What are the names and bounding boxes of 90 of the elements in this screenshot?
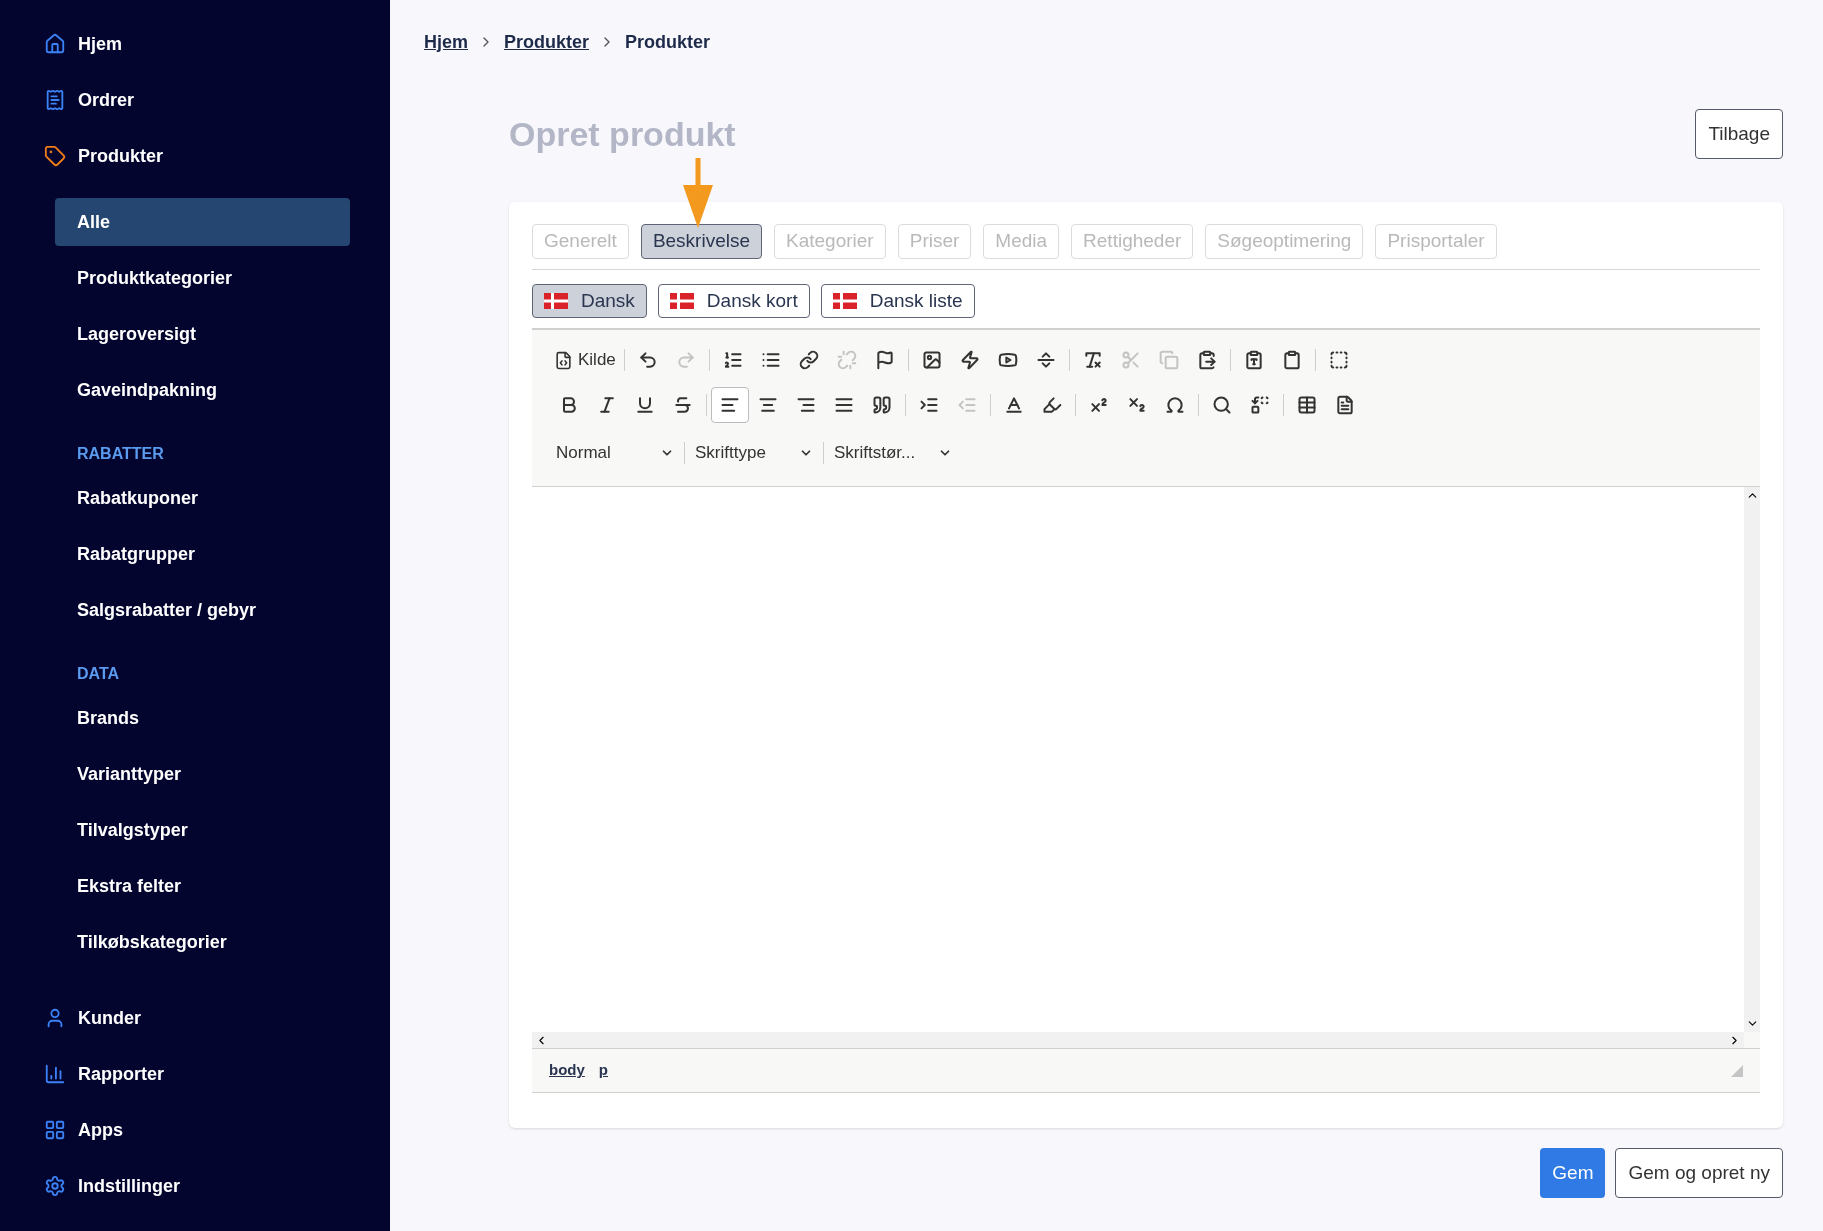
align-center-icon	[758, 395, 778, 415]
sidebar-item[interactable]: Alle	[55, 198, 350, 246]
sidebar-item[interactable]: Rabatkuponer	[55, 474, 350, 522]
page-title: Opret produkt	[509, 113, 736, 155]
search-icon	[1212, 395, 1232, 415]
highlighter-icon	[1042, 395, 1062, 415]
sidebar-item[interactable]: Apps	[0, 1102, 390, 1158]
save-button[interactable]: Gem	[1540, 1148, 1606, 1198]
grid-icon	[44, 1119, 66, 1141]
vertical-scrollbar[interactable]	[1744, 487, 1760, 1032]
dashed-square-icon	[1328, 350, 1349, 370]
align-right-icon	[796, 395, 816, 415]
sidebar-item[interactable]: Ordrer	[0, 72, 390, 128]
copy-icon	[1158, 350, 1179, 370]
outdent-icon	[957, 395, 977, 415]
sidebar-item[interactable]: Tilkøbskategorier	[55, 918, 350, 966]
clipboard-icon	[1281, 350, 1302, 370]
sidebar-item[interactable]: Produktkategorier	[55, 254, 350, 302]
underline-icon	[635, 395, 655, 415]
settings-icon	[44, 1175, 66, 1197]
subscript-icon	[1127, 395, 1147, 415]
sidebar-item[interactable]: Gaveindpakning	[55, 366, 350, 414]
sidebar-item[interactable]: Varianttyper	[55, 750, 350, 798]
sidebar-item[interactable]: Salgsrabatter / gebyr	[55, 586, 350, 634]
indent-icon	[919, 395, 939, 415]
tag-icon	[44, 145, 66, 167]
breadcrumb-link[interactable]: Hjem	[424, 28, 468, 56]
bullet-list-icon	[760, 350, 781, 370]
element-path-link[interactable]: p	[598, 1059, 608, 1082]
code-file-icon	[554, 350, 573, 370]
format-dropdown[interactable]: Skrifttype	[689, 440, 819, 466]
flag-icon	[544, 293, 568, 309]
sidebar-item[interactable]: Produkter	[0, 128, 390, 184]
format-dropdown[interactable]: Skriftstør...	[828, 440, 958, 466]
link-icon	[798, 350, 819, 370]
save-and-new-button[interactable]: Gem og opret ny	[1615, 1148, 1783, 1198]
omega-icon	[1165, 395, 1185, 415]
format-dropdown[interactable]: Normal	[550, 440, 680, 466]
sidebar-item[interactable]: Tilvalgstyper	[55, 806, 350, 854]
section-heading: DATA	[76, 664, 121, 684]
italic-icon	[597, 395, 617, 415]
sidebar-item[interactable]: Rabatgrupper	[55, 530, 350, 578]
horizontal-scrollbar[interactable]	[532, 1032, 1744, 1048]
align-left-icon	[720, 395, 740, 415]
align-left-button[interactable]	[711, 387, 749, 423]
arrow-drawing	[681, 158, 715, 230]
source-button[interactable]: Kilde	[550, 342, 620, 378]
flag-icon	[874, 350, 895, 370]
flag-icon	[832, 293, 857, 309]
quote-icon	[872, 395, 892, 415]
paste-text-icon	[1243, 350, 1264, 370]
strikethrough-icon	[673, 395, 693, 415]
horizontal-rule-icon	[1035, 350, 1056, 370]
scissors-icon	[1120, 350, 1141, 370]
breadcrumb-current: Produkter	[625, 30, 711, 54]
breadcrumb-link[interactable]: Produkter	[504, 28, 590, 56]
clear-format-icon	[1082, 350, 1103, 370]
sidebar-item[interactable]: Lageroversigt	[55, 310, 350, 358]
video-play-icon	[997, 350, 1018, 370]
back-button[interactable]: Tilbage	[1695, 109, 1783, 159]
image-icon	[921, 350, 942, 370]
tab[interactable]: Beskrivelse	[640, 224, 763, 259]
table-icon	[1297, 395, 1317, 415]
replace-icon	[1250, 395, 1270, 415]
sidebar-item[interactable]: Rapporter	[0, 1046, 390, 1102]
undo-icon	[637, 350, 658, 370]
sidebar-item[interactable]: Kunder	[0, 990, 390, 1046]
flag-icon	[669, 293, 694, 309]
language-tab[interactable]: Dansk kort	[657, 284, 810, 318]
section-heading: RABATTER	[76, 444, 165, 464]
unlink-icon	[836, 350, 857, 370]
document-icon	[1335, 395, 1355, 415]
sidebar-item[interactable]: Ekstra felter	[55, 862, 350, 910]
numbered-list-icon	[722, 350, 743, 370]
justify-icon	[834, 395, 854, 415]
language-tab[interactable]: Dansk	[532, 284, 647, 318]
list-icon	[44, 89, 66, 111]
sidebar-item[interactable]: Hjem	[0, 16, 390, 72]
lightning-icon	[959, 350, 980, 370]
element-path-link[interactable]: body	[549, 1059, 585, 1082]
superscript-icon	[1089, 395, 1109, 415]
redo-icon	[675, 350, 696, 370]
sidebar-item[interactable]: Brands	[55, 694, 350, 742]
text-color-icon	[1004, 395, 1024, 415]
paste-icon	[1196, 350, 1217, 370]
sidebar-item[interactable]: Indstillinger	[0, 1158, 390, 1214]
resize-handle-icon[interactable]	[1731, 1064, 1743, 1077]
language-tab[interactable]: Dansk liste	[820, 284, 975, 318]
bar-chart-icon	[44, 1063, 66, 1085]
house-icon	[44, 33, 66, 55]
